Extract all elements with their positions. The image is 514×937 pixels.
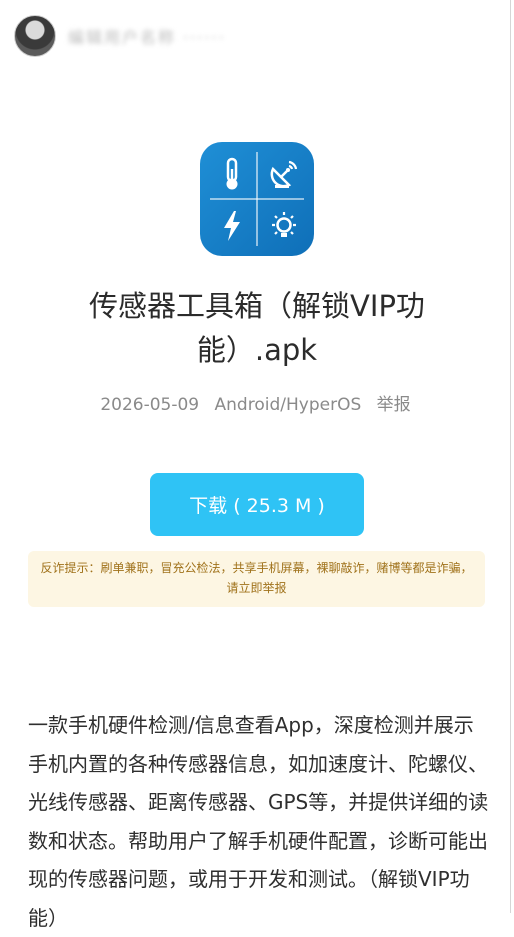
thermometer-icon	[204, 146, 260, 202]
platform-label: Android/HyperOS	[214, 395, 362, 415]
lightning-icon	[204, 198, 260, 254]
app-description: 一款手机硬件检测/信息查看App，深度检测并展示手机内置的各种传感器信息，如加速…	[28, 713, 489, 930]
app-title-line-1: 传感器工具箱（解锁VIP功	[89, 289, 425, 323]
download-button[interactable]: 下载 ( 25.3 M )	[150, 473, 364, 536]
share-card: 编辑用户名称 ······ 传感器工具箱（解锁VIP功 能）.apk 2026-…	[0, 0, 511, 930]
avatar[interactable]	[14, 15, 56, 57]
light-bulb-icon	[256, 198, 312, 254]
app-title-line-2: 能）.apk	[196, 333, 318, 367]
satellite-dish-icon	[256, 146, 312, 202]
app-meta: 2026-05-09 Android/HyperOS 举报	[0, 390, 511, 415]
report-link[interactable]: 举报	[377, 395, 411, 415]
username[interactable]: 编辑用户名称 ······	[68, 24, 226, 48]
upload-date: 2026-05-09	[100, 395, 200, 415]
user-row[interactable]: 编辑用户名称 ······	[14, 14, 226, 58]
sensor-toolbox-app-icon	[200, 142, 314, 256]
anti-fraud-notice: 反诈提示：刷单兼职，冒充公检法，共享手机屏幕，裸聊敲诈，赌博等都是诈骗，请立即举…	[28, 551, 485, 607]
app-title: 传感器工具箱（解锁VIP功 能）.apk	[40, 284, 474, 372]
